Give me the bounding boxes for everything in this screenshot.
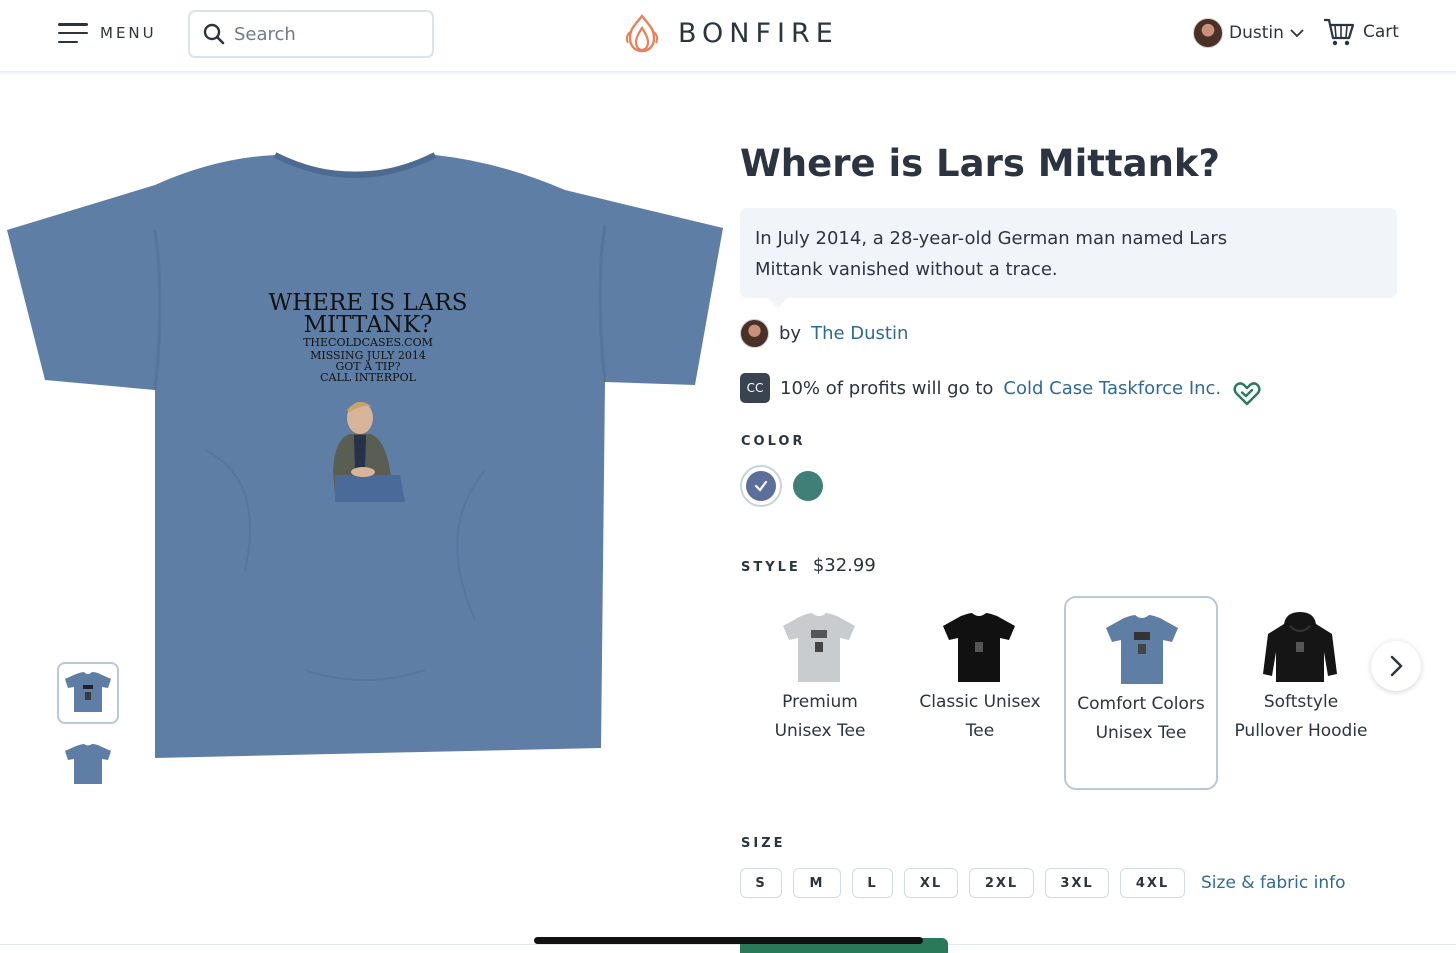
creator-byline: by The Dustin <box>740 319 908 348</box>
size-label: SIZE <box>741 836 786 851</box>
size-button-s[interactable]: S <box>740 868 782 898</box>
size-button-xl[interactable]: XL <box>904 868 958 898</box>
color-label: COLOR <box>741 434 806 449</box>
home-indicator <box>534 937 923 944</box>
shirt-blue-image <box>1106 615 1178 684</box>
size-options: S M L XL 2XL 3XL 4XL Size & fabric info <box>740 868 1346 898</box>
style-header: STYLE $32.99 <box>741 555 876 576</box>
style-name: Comfort Colors Unisex Tee <box>1077 694 1205 743</box>
size-button-m[interactable]: M <box>793 868 841 898</box>
style-name: Classic Unisex Tee <box>919 692 1041 741</box>
style-next-button[interactable] <box>1371 641 1421 691</box>
user-menu[interactable]: Dustin <box>1193 18 1304 48</box>
search-icon <box>203 23 225 45</box>
thumbnail-shirt-front <box>65 672 111 712</box>
charity-prefix: 10% of profits will go to <box>780 377 994 399</box>
size-button-l[interactable]: L <box>852 868 893 898</box>
charity-badge: CC <box>740 373 770 403</box>
description-pointer <box>768 298 788 308</box>
size-button-3xl[interactable]: 3XL <box>1045 868 1109 898</box>
thumbnail-shirt-back <box>65 744 111 784</box>
charity-link[interactable]: Cold Case Taskforce Inc. <box>1003 378 1221 399</box>
user-name: Dustin <box>1229 23 1284 43</box>
chevron-right-icon <box>1390 655 1403 677</box>
print-line-2: MITTANK? <box>304 312 433 338</box>
size-button-4xl[interactable]: 4XL <box>1120 868 1185 898</box>
description-text: In July 2014, a 28-year-old German man n… <box>755 228 1228 280</box>
avatar <box>1193 18 1223 48</box>
style-option-softstyle-hoodie[interactable]: Softstyle Pullover Hoodie <box>1224 596 1378 790</box>
flame-logo-icon <box>625 14 659 53</box>
product-price: $32.99 <box>812 555 876 576</box>
product-description: In July 2014, a 28-year-old German man n… <box>740 208 1397 298</box>
byline-prefix: by <box>779 323 802 344</box>
print-line-3: THECOLDCASES.COM <box>303 336 433 349</box>
color-swatch-teal[interactable] <box>793 471 823 501</box>
header-divider <box>0 72 1456 76</box>
style-option-classic-tee[interactable]: Classic Unisex Tee <box>903 596 1057 790</box>
logo-text: BONFIRE <box>678 17 839 49</box>
style-option-premium-tee[interactable]: Premium Unisex Tee <box>743 596 897 790</box>
creator-avatar[interactable] <box>740 319 769 348</box>
bonfire-logo[interactable]: BONFIRE <box>624 12 839 54</box>
size-button-2xl[interactable]: 2XL <box>969 868 1034 898</box>
search-box[interactable] <box>188 10 434 58</box>
charity-info: CC 10% of profits will go to Cold Case T… <box>740 369 1261 407</box>
creator-link[interactable]: The Dustin <box>811 323 908 344</box>
bottom-divider <box>0 944 1456 945</box>
style-label: STYLE <box>741 560 801 575</box>
shirt-grey-image <box>783 613 855 682</box>
cart-button[interactable]: Cart <box>1323 17 1399 47</box>
product-title: Where is Lars Mittank? <box>740 142 1221 185</box>
site-header: MENU BONFIRE Dustin Cart <box>0 0 1456 72</box>
menu-label: MENU <box>100 24 157 42</box>
check-icon <box>754 480 768 492</box>
style-name: Premium Unisex Tee <box>774 692 866 741</box>
cart-icon <box>1324 18 1355 46</box>
menu-button[interactable]: MENU <box>58 20 157 46</box>
print-line-6: CALL INTERPOL <box>320 371 417 384</box>
size-fabric-info-link[interactable]: Size & fabric info <box>1201 873 1346 893</box>
heart-check-icon[interactable] <box>1233 381 1261 407</box>
chevron-down-icon <box>1290 29 1304 38</box>
style-name: Softstyle Pullover Hoodie <box>1234 692 1368 741</box>
hamburger-icon <box>58 23 88 43</box>
search-input[interactable] <box>234 23 424 45</box>
shirt-black-image <box>943 613 1015 682</box>
hoodie-black-image <box>1263 612 1337 682</box>
style-option-comfort-colors-tee[interactable]: Comfort Colors Unisex Tee <box>1064 596 1218 790</box>
thumbnail-front[interactable] <box>57 662 119 724</box>
thumbnail-back[interactable] <box>57 734 119 796</box>
cart-label: Cart <box>1363 22 1399 42</box>
color-swatch-blue[interactable] <box>740 465 782 507</box>
